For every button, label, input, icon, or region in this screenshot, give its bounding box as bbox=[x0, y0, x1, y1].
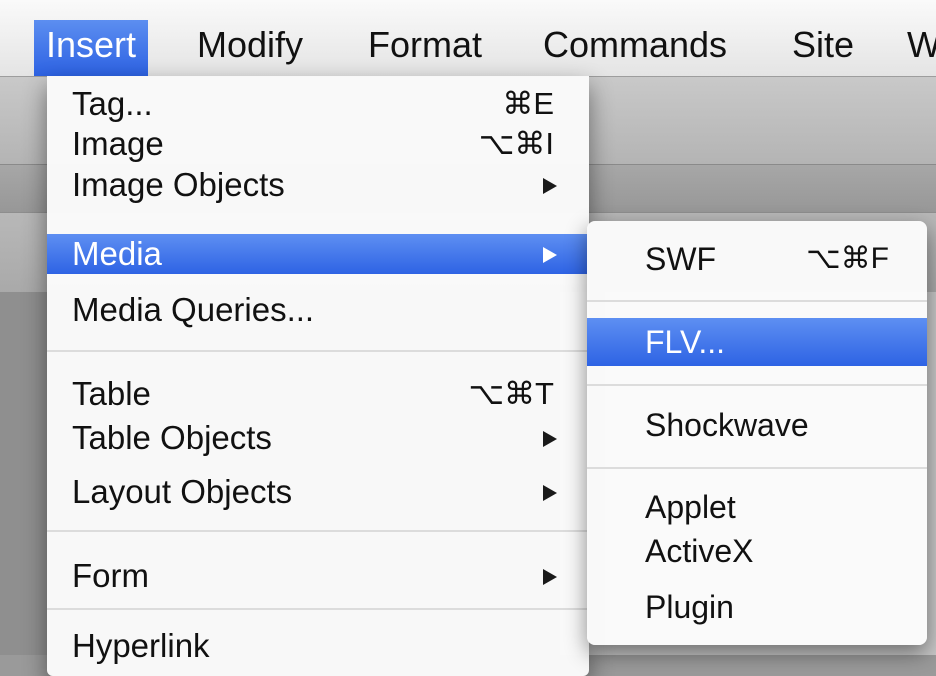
menu-item-shortcut: ⌥⌘F bbox=[806, 242, 889, 275]
menu-item-layout-objects[interactable]: Layout Objects bbox=[47, 472, 589, 512]
menu-item-tag[interactable]: Tag... ⌘E bbox=[47, 84, 589, 124]
submenu-item-shockwave[interactable]: Shockwave bbox=[587, 401, 927, 449]
menu-separator bbox=[47, 350, 589, 352]
menu-item-label: Tag... bbox=[72, 85, 153, 122]
menu-item-label: Applet bbox=[645, 489, 736, 525]
menu-item-table-objects[interactable]: Table Objects bbox=[47, 418, 589, 458]
menu-item-label: Layout Objects bbox=[72, 473, 293, 510]
menu-bar: Insert Modify Format Commands Site W bbox=[0, 0, 936, 77]
submenu-item-plugin[interactable]: Plugin bbox=[587, 583, 927, 631]
submenu-item-activex[interactable]: ActiveX bbox=[587, 527, 927, 575]
menu-item-shortcut: ⌥⌘T bbox=[468, 376, 554, 411]
submenu-arrow-icon bbox=[543, 247, 557, 263]
menu-separator bbox=[587, 384, 927, 386]
menu-item-shortcut: ⌥⌘I bbox=[478, 126, 554, 161]
menu-item-image-objects[interactable]: Image Objects bbox=[47, 165, 589, 205]
submenu-item-flv[interactable]: FLV... bbox=[587, 318, 927, 366]
submenu-item-applet[interactable]: Applet bbox=[587, 483, 927, 531]
menu-item-label: Plugin bbox=[645, 589, 734, 625]
menu-item-label: Table Objects bbox=[72, 419, 272, 456]
insert-menu-dropdown: Tag... ⌘E Image ⌥⌘I Image Objects Media … bbox=[47, 76, 589, 676]
menu-window[interactable]: W bbox=[895, 20, 936, 76]
menu-modify[interactable]: Modify bbox=[185, 20, 315, 76]
media-submenu: SWF ⌥⌘F FLV... Shockwave Applet ActiveX … bbox=[587, 221, 927, 645]
menu-separator bbox=[587, 300, 927, 302]
submenu-arrow-icon bbox=[543, 485, 557, 501]
menu-item-label: Image Objects bbox=[72, 166, 285, 203]
submenu-arrow-icon bbox=[543, 569, 557, 585]
menu-item-label: Form bbox=[72, 557, 149, 594]
menu-item-media[interactable]: Media bbox=[47, 234, 589, 274]
menu-item-hyperlink[interactable]: Hyperlink bbox=[47, 626, 589, 666]
menu-item-label: Media bbox=[72, 235, 162, 272]
menu-item-label: SWF bbox=[645, 241, 717, 277]
menu-separator bbox=[587, 467, 927, 469]
menu-format[interactable]: Format bbox=[356, 20, 494, 76]
submenu-arrow-icon bbox=[543, 431, 557, 447]
menu-commands[interactable]: Commands bbox=[531, 20, 739, 76]
menu-item-image[interactable]: Image ⌥⌘I bbox=[47, 124, 589, 164]
submenu-arrow-icon bbox=[543, 178, 557, 194]
menu-item-label: ActiveX bbox=[645, 533, 754, 569]
menu-item-label: Hyperlink bbox=[72, 627, 210, 664]
submenu-item-swf[interactable]: SWF ⌥⌘F bbox=[587, 235, 927, 283]
menu-item-label: Image bbox=[72, 125, 164, 162]
menu-item-media-queries[interactable]: Media Queries... bbox=[47, 290, 589, 330]
menu-item-label: Shockwave bbox=[645, 407, 809, 443]
menu-insert[interactable]: Insert bbox=[34, 20, 149, 76]
menu-item-shortcut: ⌘E bbox=[502, 86, 554, 121]
menu-item-table[interactable]: Table ⌥⌘T bbox=[47, 374, 589, 414]
menu-site[interactable]: Site bbox=[780, 20, 866, 76]
menu-item-label: Media Queries... bbox=[72, 291, 315, 328]
menu-item-label: Table bbox=[72, 375, 151, 412]
menu-item-label: FLV... bbox=[645, 324, 726, 360]
menu-separator bbox=[47, 608, 589, 610]
menu-separator bbox=[47, 530, 589, 532]
menu-item-form[interactable]: Form bbox=[47, 556, 589, 596]
